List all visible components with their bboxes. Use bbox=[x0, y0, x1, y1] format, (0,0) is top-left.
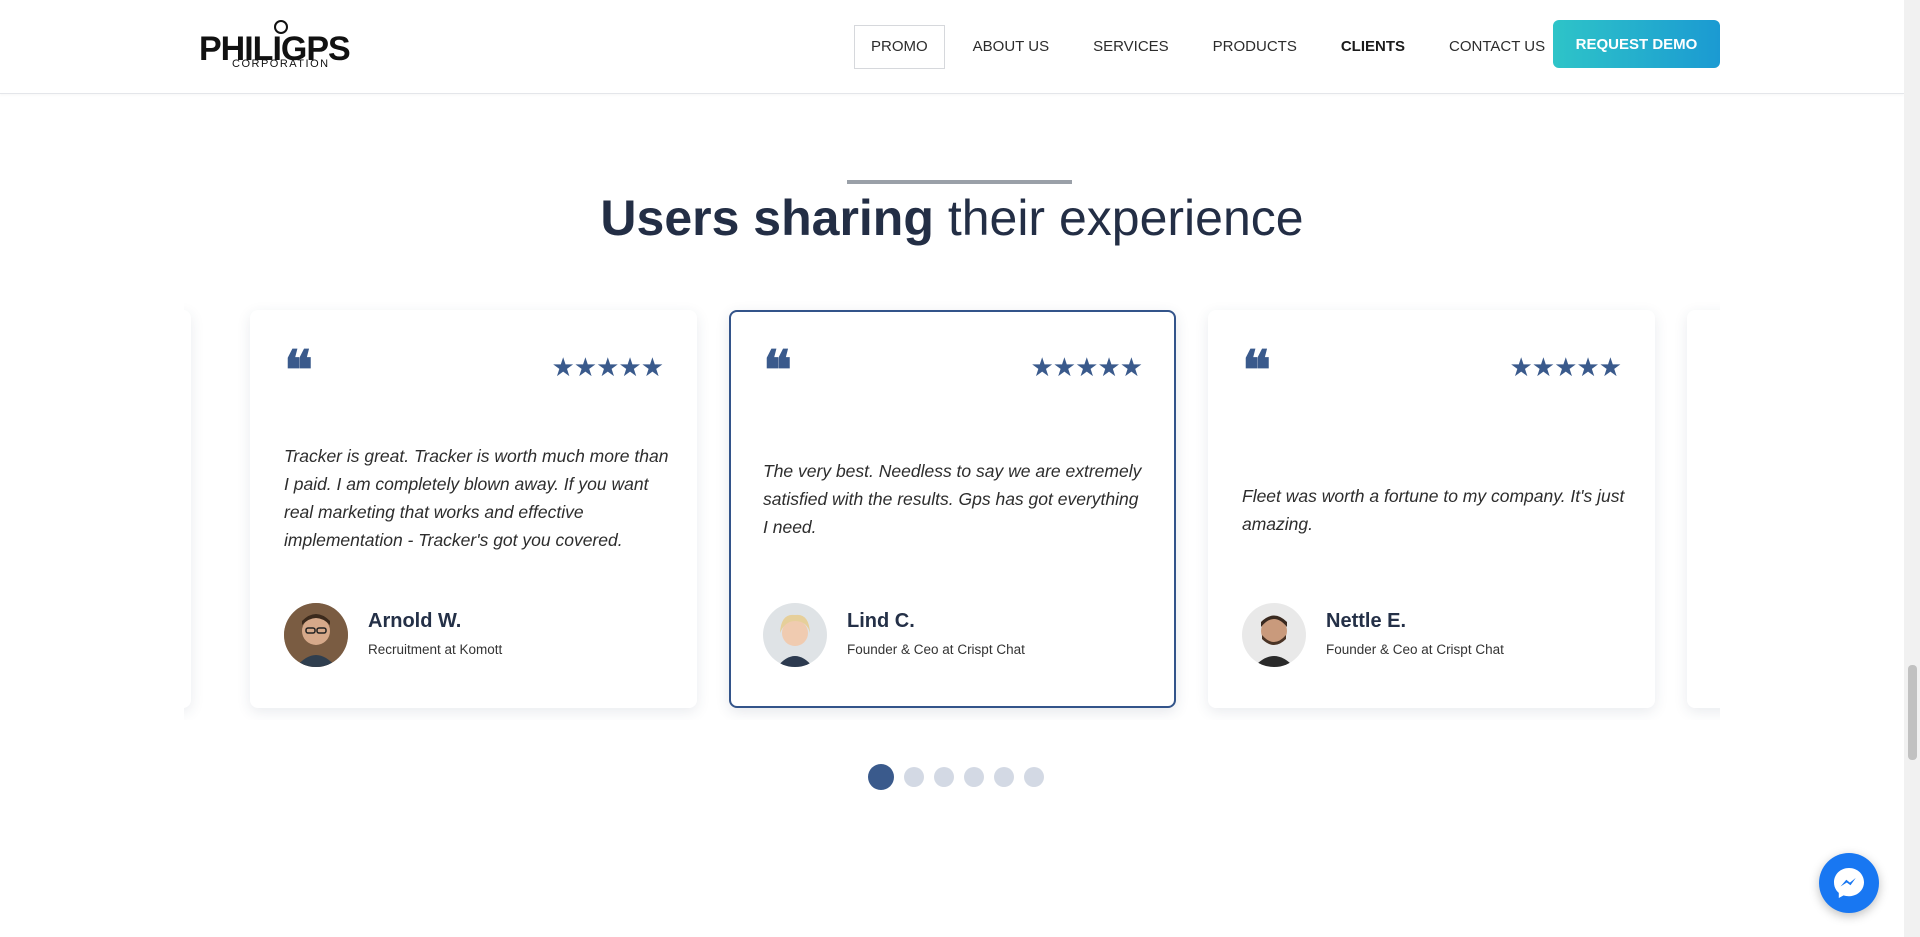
quote-icon: ❝ bbox=[763, 338, 793, 402]
testimonial-card-partial-right bbox=[1687, 310, 1720, 708]
person-role: Founder & Ceo at Crispt Chat bbox=[847, 642, 1025, 657]
nav-promo[interactable]: PROMO bbox=[854, 25, 945, 69]
nav-contact-us[interactable]: CONTACT US bbox=[1433, 25, 1561, 69]
section-heading: Users sharing their experience bbox=[0, 186, 1904, 250]
heading-bold: Users sharing bbox=[600, 190, 934, 246]
logo[interactable]: PHILIGPS CORPORATION bbox=[199, 18, 364, 74]
testimonial-carousel[interactable]: ❝ ★★★★★ Tracker is great. Tracker is wor… bbox=[184, 300, 1720, 720]
testimonial-quote: Fleet was worth a fortune to my company.… bbox=[1242, 486, 1625, 534]
map-pin-icon bbox=[274, 20, 288, 34]
page-scrollbar[interactable] bbox=[1904, 0, 1920, 937]
carousel-dot[interactable] bbox=[934, 767, 954, 787]
nav-about-us[interactable]: ABOUT US bbox=[957, 25, 1065, 69]
carousel-dot[interactable] bbox=[994, 767, 1014, 787]
carousel-pagination bbox=[868, 764, 1054, 790]
star-rating: ★★★★★ bbox=[1030, 352, 1143, 382]
site-header: PHILIGPS CORPORATION PROMO ABOUT US SERV… bbox=[0, 0, 1904, 94]
person-role: Recruitment at Komott bbox=[368, 642, 503, 657]
star-rating: ★★★★★ bbox=[551, 352, 664, 382]
testimonial-card-selected[interactable]: ❝ ★★★★★ The very best. Needless to say w… bbox=[729, 310, 1176, 708]
quote-icon: ❝ bbox=[1242, 338, 1272, 402]
testimonial-quote: The very best. Needless to say we are ex… bbox=[763, 461, 1142, 537]
person-name: Lind C. bbox=[847, 610, 915, 632]
testimonial-card[interactable]: ❝ ★★★★★ Tracker is great. Tracker is wor… bbox=[250, 310, 697, 708]
main-nav: PROMO ABOUT US SERVICES PRODUCTS CLIENTS… bbox=[854, 25, 1573, 69]
nav-services[interactable]: SERVICES bbox=[1077, 25, 1185, 69]
testimonial-card-partial-left bbox=[184, 310, 191, 708]
heading-divider bbox=[847, 180, 1072, 184]
quote-icon: ❝ bbox=[284, 338, 314, 402]
messenger-chat-button[interactable] bbox=[1819, 853, 1879, 913]
star-rating: ★★★★★ bbox=[1509, 352, 1622, 382]
carousel-dot[interactable] bbox=[964, 767, 984, 787]
avatar bbox=[763, 603, 827, 667]
scrollbar-thumb[interactable] bbox=[1908, 665, 1917, 760]
request-demo-button[interactable]: REQUEST DEMO bbox=[1553, 20, 1720, 68]
person-name: Nettle E. bbox=[1326, 610, 1407, 632]
nav-products[interactable]: PRODUCTS bbox=[1197, 25, 1313, 69]
avatar bbox=[284, 603, 348, 667]
avatar bbox=[1242, 603, 1306, 667]
testimonial-card[interactable]: ❝ ★★★★★ Fleet was worth a fortune to my … bbox=[1208, 310, 1655, 708]
testimonial-quote: Tracker is great. Tracker is worth much … bbox=[284, 446, 669, 550]
carousel-dot[interactable] bbox=[1024, 767, 1044, 787]
carousel-dot[interactable] bbox=[868, 764, 894, 790]
messenger-icon bbox=[1834, 868, 1864, 898]
nav-clients[interactable]: CLIENTS bbox=[1325, 25, 1421, 69]
logo-subtitle: CORPORATION bbox=[232, 58, 330, 70]
carousel-dot[interactable] bbox=[904, 767, 924, 787]
person-role: Founder & Ceo at Crispt Chat bbox=[1326, 642, 1504, 657]
person-name: Arnold W. bbox=[368, 610, 462, 632]
heading-light: their experience bbox=[947, 190, 1304, 246]
